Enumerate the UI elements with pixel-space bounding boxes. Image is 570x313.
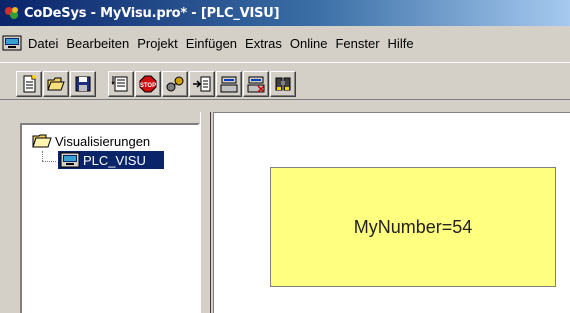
tree-connector — [42, 151, 43, 161]
new-file-icon — [23, 75, 36, 93]
svg-text:STOP: STOP — [140, 83, 156, 89]
menu-einfuegen[interactable]: Einfügen — [182, 36, 241, 51]
stop-button[interactable]: STOP — [135, 71, 161, 97]
menu-bearbeiten[interactable]: Bearbeiten — [62, 36, 133, 51]
find-binoculars-icon — [275, 77, 291, 91]
goto-button[interactable] — [189, 71, 215, 97]
mynumber-display-box[interactable]: MyNumber=54 — [270, 167, 556, 287]
login-button[interactable] — [162, 71, 188, 97]
open-folder-icon — [47, 77, 65, 91]
visualization-canvas[interactable]: MyNumber=54 — [214, 112, 570, 313]
logout-plc-button[interactable] — [243, 71, 269, 97]
goto-icon — [193, 76, 211, 92]
menu-hilfe[interactable]: Hilfe — [384, 36, 418, 51]
title-bar[interactable]: CoDeSys - MyVisu.pro* - [PLC_VISU] — [0, 0, 570, 26]
logout-plc-icon — [247, 76, 265, 93]
menu-projekt[interactable]: Projekt — [133, 36, 181, 51]
find-button[interactable] — [270, 71, 296, 97]
tree-root-label: Visualisierungen — [55, 133, 151, 149]
save-button[interactable] — [70, 71, 96, 97]
folder-open-icon — [32, 134, 52, 148]
login-icon — [166, 76, 184, 92]
tree-child-label: PLC_VISU — [83, 152, 146, 168]
save-disk-icon — [75, 76, 91, 92]
login-plc-icon — [220, 76, 238, 93]
login-plc-button[interactable] — [216, 71, 242, 97]
new-file-button[interactable] — [16, 71, 42, 97]
open-button[interactable] — [43, 71, 69, 97]
menu-bar: Datei Bearbeiten Projekt Einfügen Extras… — [0, 32, 570, 54]
visualization-screen-icon — [60, 152, 80, 168]
toolbar: STOP — [0, 62, 570, 100]
codesys-app-icon — [5, 7, 18, 19]
tree-node-plc-visu[interactable]: PLC_VISU — [58, 151, 164, 169]
menu-fenster[interactable]: Fenster — [331, 36, 383, 51]
stop-icon: STOP — [139, 75, 157, 93]
build-list-icon — [111, 76, 128, 92]
tree-connector — [42, 161, 56, 162]
build-button[interactable] — [108, 71, 134, 97]
window-title: CoDeSys - MyVisu.pro* - [PLC_VISU] — [24, 5, 280, 21]
tree-node-visualisierungen[interactable]: Visualisierungen — [32, 133, 150, 149]
menu-datei[interactable]: Datei — [24, 36, 62, 51]
object-tree[interactable]: Visualisierungen PLC_VISU — [20, 123, 200, 313]
pane-splitter[interactable] — [200, 112, 214, 313]
visualization-document-icon[interactable] — [2, 35, 22, 51]
menu-online[interactable]: Online — [286, 36, 332, 51]
menu-extras[interactable]: Extras — [241, 36, 286, 51]
